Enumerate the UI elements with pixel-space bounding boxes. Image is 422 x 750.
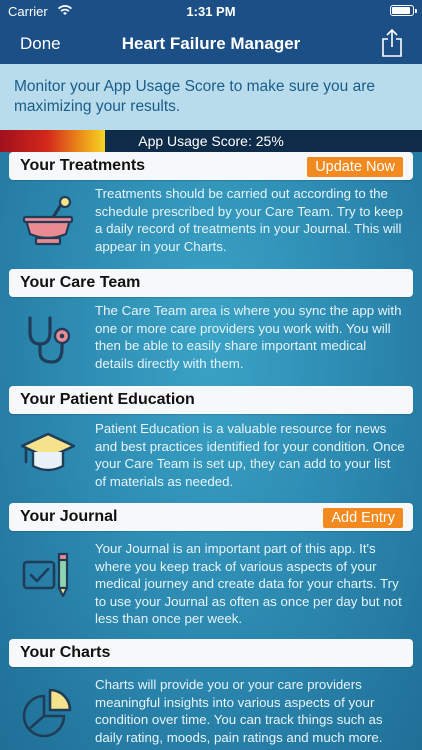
section-header-treatments[interactable]: Your Treatments Update Now xyxy=(9,152,413,180)
battery-icon xyxy=(390,5,417,16)
usage-score-bar: App Usage Score: 25% xyxy=(0,130,422,152)
share-icon[interactable] xyxy=(380,28,404,58)
add-entry-button[interactable]: Add Entry xyxy=(323,508,403,528)
top-bar: Carrier 1:31 PM Done Heart Failure Manag… xyxy=(0,0,422,64)
update-now-button[interactable]: Update Now xyxy=(307,157,403,177)
section-header-patient-education[interactable]: Your Patient Education xyxy=(9,386,413,414)
stethoscope-icon xyxy=(28,316,71,364)
section-description: Patient Education is a valuable resource… xyxy=(95,421,405,489)
usage-score-label: App Usage Score: 25% xyxy=(138,133,284,149)
status-bar: Carrier 1:31 PM xyxy=(0,0,422,22)
graduation-cap-icon xyxy=(20,432,76,472)
usage-banner-text: Monitor your App Usage Score to make sur… xyxy=(14,78,375,115)
clock: 1:31 PM xyxy=(186,4,236,19)
section-header-care-team[interactable]: Your Care Team xyxy=(9,269,413,297)
journal-pencil-icon xyxy=(22,552,69,598)
section-title: Your Patient Education xyxy=(20,391,195,408)
navigation-bar: Done Heart Failure Manager xyxy=(0,22,422,64)
section-title: Your Care Team xyxy=(20,274,141,291)
section-header-charts[interactable]: Your Charts xyxy=(9,639,413,667)
page-title: Heart Failure Manager xyxy=(121,34,301,53)
section-description: Your Journal is an important part of thi… xyxy=(95,541,402,626)
section-description: Treatments should be carried out accordi… xyxy=(95,186,403,254)
section-description: The Care Team area is where you sync the… xyxy=(95,303,402,371)
usage-banner: Monitor your App Usage Score to make sur… xyxy=(0,64,422,130)
section-title: Your Treatments xyxy=(20,157,146,174)
pie-chart-icon xyxy=(22,688,72,738)
section-title: Your Charts xyxy=(20,644,111,661)
mortar-pestle-icon xyxy=(22,196,74,246)
section-description: Charts will provide you or your care pro… xyxy=(95,677,383,745)
section-title: Your Journal xyxy=(20,508,118,525)
section-header-journal[interactable]: Your Journal Add Entry xyxy=(9,503,413,531)
